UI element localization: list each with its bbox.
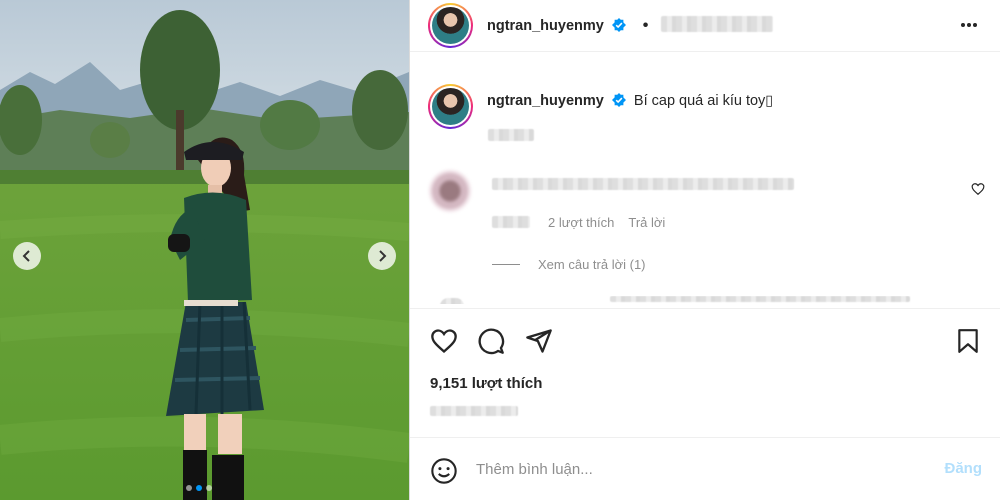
post-photo xyxy=(0,0,409,500)
avatar[interactable] xyxy=(428,84,473,129)
comment-time-redacted xyxy=(492,216,530,228)
verified-badge-icon xyxy=(611,93,626,107)
post-sidebar: ngtran_huyenmy • ngtran_huyenmy Bí cap q… xyxy=(409,0,1000,500)
caption-username[interactable]: ngtran_huyenmy xyxy=(487,93,604,109)
heart-icon[interactable] xyxy=(971,182,985,196)
carousel-dot xyxy=(186,485,192,491)
caption-emoji: ▯ xyxy=(765,93,774,109)
heart-icon[interactable] xyxy=(430,327,458,355)
post-date-redacted xyxy=(430,406,518,416)
chevron-left-icon xyxy=(22,250,30,262)
comment-icon[interactable] xyxy=(477,327,505,355)
avatar[interactable] xyxy=(428,3,473,48)
commenter-avatar[interactable] xyxy=(429,170,471,212)
post-comment-button[interactable]: Đăng xyxy=(945,460,983,477)
separator-dot: • xyxy=(642,17,649,34)
post-actions: 9,151 lượt thích xyxy=(410,308,1000,438)
paper-plane-icon[interactable] xyxy=(525,327,553,355)
follow-status-redacted xyxy=(660,16,773,32)
comment-text-redacted xyxy=(492,178,794,190)
view-replies-label: Xem câu trả lời (1) xyxy=(538,257,646,272)
post-author-username[interactable]: ngtran_huyenmy xyxy=(487,18,604,34)
comment-composer: Đăng xyxy=(410,437,1000,500)
replies-rule xyxy=(492,264,520,265)
more-options-icon[interactable] xyxy=(959,15,979,35)
golf-course-photo xyxy=(0,0,409,500)
comment-likes[interactable]: 2 lượt thích xyxy=(548,215,614,230)
carousel-prev-button[interactable] xyxy=(13,242,41,270)
carousel-indicator xyxy=(186,485,212,491)
bookmark-icon[interactable] xyxy=(955,327,981,355)
carousel-dot xyxy=(206,485,212,491)
post-likes-count[interactable]: 9,151 lượt thích xyxy=(430,375,542,392)
view-replies-button[interactable]: Xem câu trả lời (1) xyxy=(492,257,646,272)
caption-time-redacted xyxy=(488,129,534,141)
carousel-next-button[interactable] xyxy=(368,242,396,270)
emoji-icon[interactable] xyxy=(430,457,458,485)
reply-button[interactable]: Trả lời xyxy=(628,215,665,230)
verified-badge-icon xyxy=(612,18,627,32)
chevron-right-icon xyxy=(379,250,387,262)
post-header: ngtran_huyenmy • xyxy=(410,0,1000,52)
comment-input[interactable] xyxy=(476,454,916,484)
caption-text: Bí cap quá ai kíu toy xyxy=(633,93,766,109)
next-comment-peek xyxy=(430,296,970,304)
carousel-dot-active xyxy=(196,485,202,491)
